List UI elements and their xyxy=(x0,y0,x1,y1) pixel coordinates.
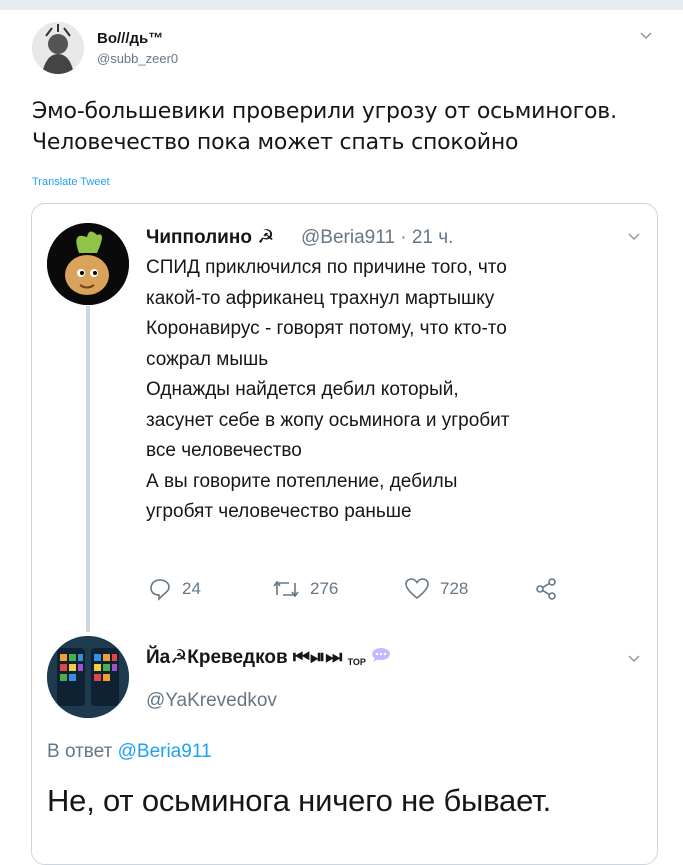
outer-tweet-text: Эмо-большевики проверили угрозу от осьми… xyxy=(32,99,617,155)
outer-handle[interactable]: @subb_zeer0 xyxy=(97,51,178,66)
reply-display-name[interactable]: Йа☭Креведков ⏮⏯⏭ TOP xyxy=(146,646,391,669)
speech-bubble-icon xyxy=(371,647,391,669)
reply-display-name-text: Йа☭Креведков ⏮⏯⏭ xyxy=(146,647,343,668)
chevron-down-icon[interactable] xyxy=(628,233,640,243)
chevron-down-icon[interactable] xyxy=(640,32,652,42)
retweet-count: 276 xyxy=(310,579,339,598)
in-reply-handle-link[interactable]: @Beria911 xyxy=(118,741,212,762)
like-action[interactable]: 728 xyxy=(404,576,468,602)
reply-icon[interactable] xyxy=(148,577,172,601)
reply-count: 24 xyxy=(182,579,201,598)
retweet-icon[interactable] xyxy=(272,577,300,601)
reply-action[interactable]: 24 xyxy=(148,576,201,602)
quoted-handle[interactable]: @Beria911 xyxy=(301,227,395,248)
reply-tweet-text: Не, от осьминога ничего не бывает. xyxy=(47,783,552,818)
quoted-timestamp[interactable]: 21 ч. xyxy=(412,227,454,248)
reply-handle[interactable]: @YaKrevedkov xyxy=(146,690,277,712)
reply-avatar[interactable] xyxy=(47,636,129,718)
outer-display-name[interactable]: Во///дь™ xyxy=(97,30,163,47)
top-badge: TOP xyxy=(347,657,366,667)
chevron-down-icon[interactable] xyxy=(628,655,640,665)
quoted-display-name[interactable]: Чипполино ☭ xyxy=(146,226,274,249)
translate-tweet-link[interactable]: Translate Tweet xyxy=(32,176,110,188)
quoted-meta: @Beria911 · 21 ч. xyxy=(301,227,453,249)
heart-icon[interactable] xyxy=(404,577,430,601)
thread-connector-line xyxy=(86,306,90,632)
quoted-avatar[interactable] xyxy=(47,223,129,305)
share-icon[interactable] xyxy=(534,577,558,601)
outer-avatar[interactable] xyxy=(32,22,84,74)
like-count: 728 xyxy=(440,579,469,598)
in-reply-prefix: В ответ xyxy=(47,741,113,762)
top-divider xyxy=(0,0,683,10)
quoted-tweet-text: СПИД приключился по причине того, что ка… xyxy=(146,257,510,522)
meta-separator: · xyxy=(400,227,407,248)
share-action[interactable] xyxy=(534,576,558,602)
in-reply-to: В ответ @Beria911 xyxy=(47,741,212,763)
retweet-action[interactable]: 276 xyxy=(272,576,338,602)
